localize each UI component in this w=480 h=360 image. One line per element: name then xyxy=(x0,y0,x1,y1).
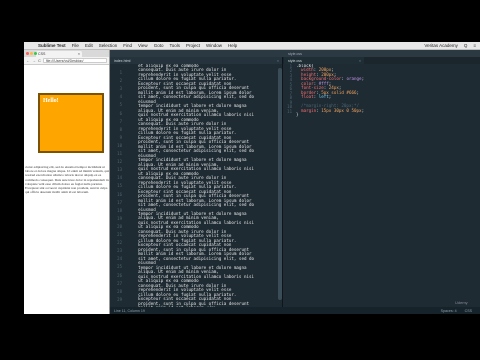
line-number: 3 xyxy=(119,86,122,92)
line-number: 23 xyxy=(117,248,122,254)
line-number: 15 xyxy=(117,183,122,189)
window-controls xyxy=(26,52,38,55)
browser-tab[interactable]: CSS × xyxy=(36,51,82,57)
watermark: Udemy xyxy=(455,300,468,305)
code-token: float xyxy=(296,94,314,100)
line-number: 10 xyxy=(117,142,122,148)
video-letterbox-bottom xyxy=(0,318,480,360)
menu-window[interactable]: Window xyxy=(206,43,222,48)
code-token: ; xyxy=(328,94,332,100)
menu-view[interactable]: View xyxy=(138,43,148,48)
editor-statusbar: Line 11, Column 19 Spaces: 4 CSS xyxy=(110,307,480,314)
editor-tabs: index.html × style.css × xyxy=(110,57,480,64)
editor-titlebar: style.css xyxy=(110,50,480,57)
page-paragraph: ctetur adipisicing elit, sed do eiusmod … xyxy=(25,165,109,195)
spotlight-icon[interactable]: Q xyxy=(464,43,468,48)
line-number: 17 xyxy=(117,199,122,205)
tab-label: index.html xyxy=(114,58,131,63)
code-token: ; xyxy=(356,89,360,95)
menu-find[interactable]: Find xyxy=(123,43,132,48)
menu-file[interactable]: File xyxy=(72,43,79,48)
os-menubar: Sublime Text File Edit Selection Find Vi… xyxy=(24,42,480,50)
close-icon[interactable]: × xyxy=(78,52,80,56)
line-number: 21 xyxy=(117,232,122,237)
line-number: 27 xyxy=(117,280,122,286)
block-box-text: Hello! xyxy=(43,98,59,104)
browser-toolbar: ← → C file:///Users/vsl/Desktop/ xyxy=(24,57,109,65)
code-token: margin xyxy=(296,107,317,113)
tab-style-css[interactable]: style.css × xyxy=(284,57,364,64)
tab-index-html[interactable]: index.html × xyxy=(110,57,282,64)
menu-goto[interactable]: Goto xyxy=(154,43,164,48)
line-number: 28 xyxy=(117,288,122,294)
minimize-window-button[interactable] xyxy=(30,52,33,55)
app-name-menu[interactable]: Sublime Text xyxy=(38,43,66,48)
menu-tools[interactable]: Tools xyxy=(169,43,180,48)
line-number: 5 xyxy=(119,102,122,108)
css-code-pane[interactable]: .block{ width: 200px; height: 200px; bac… xyxy=(296,64,476,307)
line-number: 9 xyxy=(119,134,122,140)
rendered-page: Hello! ctetur adipisicing elit, sed do e… xyxy=(24,65,109,314)
block-box: Hello! xyxy=(38,93,104,153)
close-icon[interactable]: × xyxy=(277,59,279,63)
menu-edit[interactable]: Edit xyxy=(85,43,93,48)
address-bar[interactable]: file:///Users/vsl/Desktop/ xyxy=(42,58,107,63)
line-number: 7 xyxy=(119,118,122,124)
code-token: left xyxy=(318,94,329,100)
notification-center-icon[interactable]: ≡ xyxy=(473,43,476,48)
forward-arrow-icon[interactable]: → xyxy=(32,58,36,63)
tab-label: style.css xyxy=(288,58,302,63)
video-letterbox-top xyxy=(0,0,480,42)
pane-divider[interactable] xyxy=(282,57,283,307)
close-icon[interactable]: × xyxy=(359,59,361,63)
right-line-gutter: 1 2 3 4 5 6 7 8 9 10 11 xyxy=(284,64,294,307)
browser-window: CSS × ← → C file:///Users/vsl/Desktop/ H… xyxy=(24,50,110,314)
editor-window: style.css index.html × style.css × 12345… xyxy=(110,50,480,314)
editor-window-title: style.css xyxy=(288,51,302,56)
line-number: 4 xyxy=(119,94,122,100)
line-number: 24 xyxy=(117,256,122,262)
line-number: 6 xyxy=(119,110,122,116)
line-number: 11 xyxy=(287,108,292,114)
html-code-pane[interactable]: et aliquip ex ea commodo consequat. Duis… xyxy=(128,64,278,307)
line-number: 13 xyxy=(117,167,122,173)
line-number: 29 xyxy=(117,296,122,302)
back-arrow-icon[interactable]: ← xyxy=(26,58,30,63)
indentation-setting[interactable]: Spaces: 4 xyxy=(441,309,457,313)
browser-tab-title: CSS xyxy=(38,52,46,56)
line-number: 25 xyxy=(117,264,122,270)
menu-help[interactable]: Help xyxy=(228,43,237,48)
cursor-position: Line 11, Column 19 xyxy=(114,308,145,313)
browser-tabbar: CSS × xyxy=(24,50,109,57)
line-number: 16 xyxy=(117,191,122,197)
line-number: 18 xyxy=(117,207,122,213)
line-number: 22 xyxy=(117,240,122,246)
line-number: 2 xyxy=(119,78,122,84)
line-number: 11 xyxy=(117,151,122,156)
menu-project[interactable]: Project xyxy=(186,43,200,48)
code-token: ; xyxy=(361,76,365,82)
line-number: 20 xyxy=(117,223,122,229)
left-line-gutter: 1 2 3 4 5 6 7 8 9 10 11 12 13 14 15 16 17 18 19 20 21 22 23 24 2… xyxy=(110,64,124,307)
zoom-window-button[interactable] xyxy=(34,52,37,55)
line-number: 8 xyxy=(119,126,122,132)
menubar-status-area: Veritas Academy Q ≡ xyxy=(418,43,476,48)
line-number: 12 xyxy=(117,159,122,165)
line-number: 19 xyxy=(117,215,122,221)
close-window-button[interactable] xyxy=(26,52,29,55)
css-code-line: } xyxy=(296,113,476,117)
line-number: 26 xyxy=(117,272,122,278)
code-token: ; xyxy=(361,107,365,113)
code-token: orange xyxy=(346,76,362,82)
code-token: 15px 30px 0 50px xyxy=(321,107,362,113)
reload-icon[interactable]: C xyxy=(38,58,41,63)
syntax-setting[interactable]: CSS xyxy=(465,309,472,313)
user-name[interactable]: Veritas Academy xyxy=(424,43,458,48)
line-number: 1 xyxy=(119,70,122,75)
line-number: 14 xyxy=(117,175,122,181)
menu-selection[interactable]: Selection xyxy=(99,43,118,48)
code-token: } xyxy=(296,112,299,118)
